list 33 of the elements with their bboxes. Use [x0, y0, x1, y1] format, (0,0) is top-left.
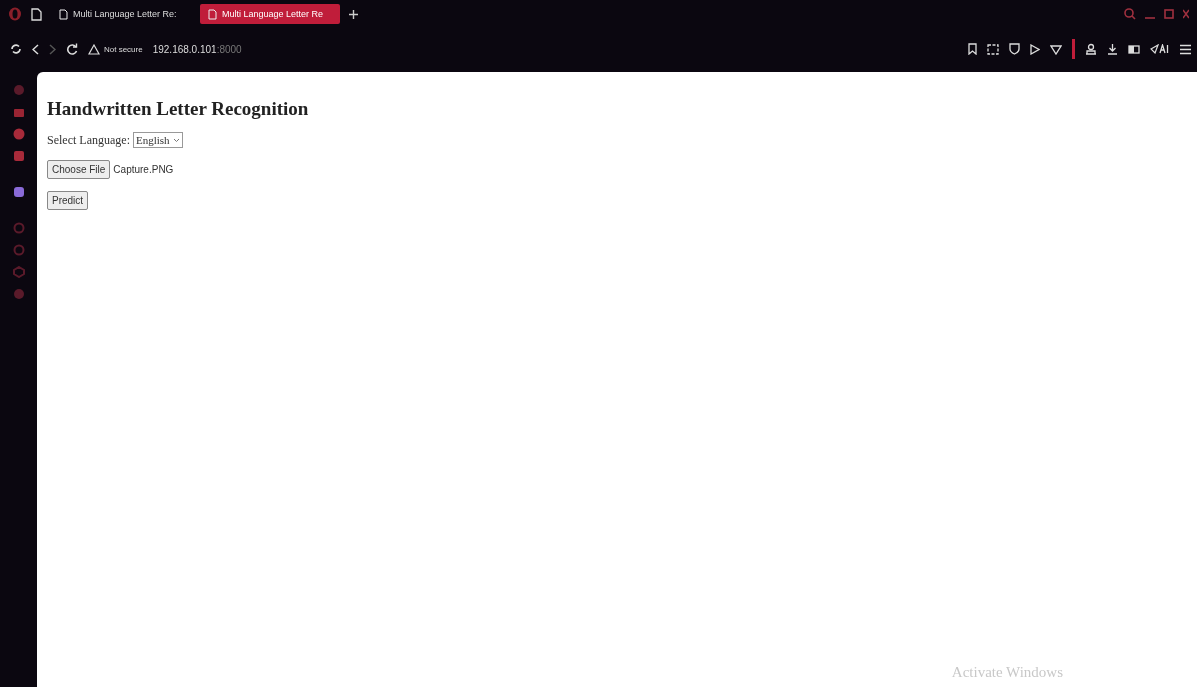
forward-icon[interactable] [49, 43, 56, 55]
shield-icon[interactable] [1009, 43, 1020, 55]
search-icon[interactable] [1124, 8, 1136, 20]
ai-icon[interactable] [1150, 44, 1170, 54]
url-port[interactable]: :8000 [216, 43, 242, 55]
user-icon[interactable] [1085, 43, 1097, 55]
bookmark-icon[interactable] [968, 43, 977, 55]
security-label[interactable]: Not secure [104, 44, 143, 54]
choose-file-button[interactable]: Choose File [47, 160, 111, 179]
download-icon[interactable] [1107, 43, 1118, 55]
url-host[interactable]: 192.168.0.101 [152, 43, 217, 55]
reload-icon[interactable] [66, 43, 78, 55]
back-icon[interactable] [32, 43, 39, 55]
page-icon [59, 8, 68, 20]
play-icon[interactable] [1030, 43, 1040, 55]
browser-tab[interactable]: Multi Language Letter Re: [51, 4, 191, 24]
predict-button[interactable]: Predict [47, 191, 89, 210]
language-select[interactable]: English [132, 132, 183, 148]
page-icon [208, 8, 217, 20]
new-tab-icon[interactable] [349, 9, 358, 19]
sync-icon[interactable] [10, 43, 22, 55]
browser-tab[interactable]: Multi Language Letter Re [200, 4, 340, 24]
close-icon[interactable] [1183, 9, 1189, 19]
language-label: Select Language: [47, 132, 130, 148]
maximize-icon[interactable] [1164, 9, 1174, 19]
snapshot-icon[interactable] [987, 43, 999, 55]
warning-icon [88, 43, 100, 55]
battery-icon[interactable] [1128, 44, 1140, 54]
file-name: Capture.PNG [113, 164, 174, 175]
chevron-icon [172, 137, 180, 143]
menu-icon[interactable] [1180, 43, 1191, 55]
page-icon[interactable] [31, 7, 42, 21]
page-heading: Handwritten Letter Recognition [47, 98, 310, 120]
